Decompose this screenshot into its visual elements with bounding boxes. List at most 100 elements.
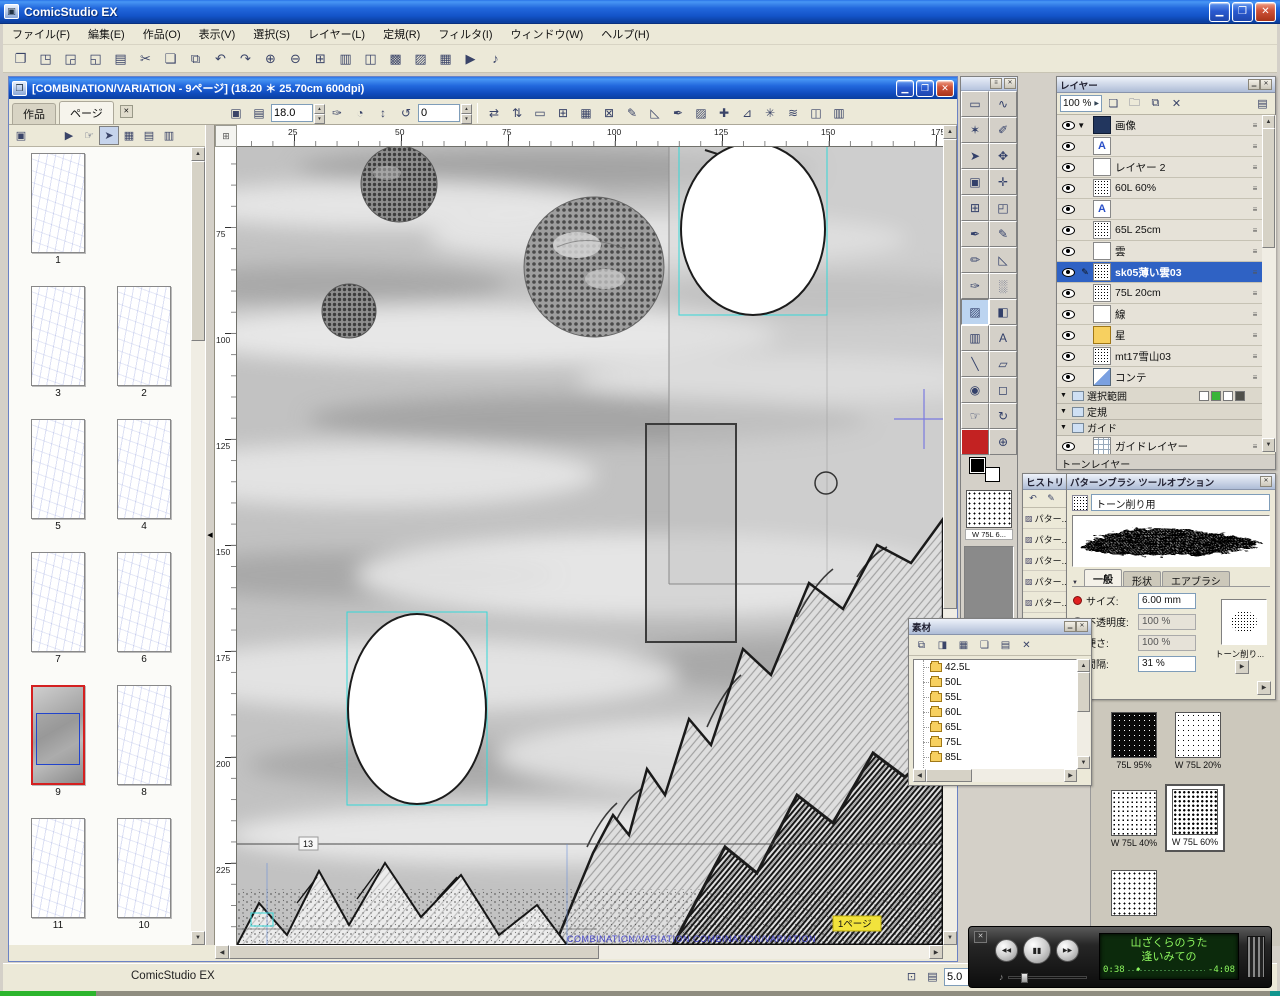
scroll-up-button[interactable]: ▲ (191, 147, 205, 161)
hand-tool-button[interactable]: ☞ (79, 126, 99, 145)
document-tab[interactable]: ページ (59, 101, 114, 124)
layer-row[interactable]: ✎ 星 ≡ (1057, 325, 1262, 346)
tone-swatch-item[interactable] (1107, 870, 1161, 918)
visibility-eye-icon[interactable] (1059, 309, 1077, 319)
material-folder-item[interactable]: 42.5L (914, 660, 1076, 675)
layer-row[interactable]: ✎ 60L 60% ≡ (1057, 178, 1262, 199)
brush-tool[interactable]: ✑ (961, 273, 989, 299)
scroll-left-button[interactable]: ◀ (913, 769, 926, 782)
tab-scroll-icon[interactable]: ▼ (1072, 580, 1084, 586)
volume-slider[interactable] (1007, 972, 1087, 983)
panel-menu-button[interactable]: ▣ (11, 126, 31, 145)
ruler-corner[interactable]: ⊞ (215, 125, 237, 147)
page-thumb-image[interactable] (31, 419, 85, 519)
page-thumbnail[interactable]: 7 (15, 552, 101, 685)
move-tool[interactable]: ✛ (989, 169, 1017, 195)
material-preview-button[interactable]: ◨ (933, 637, 952, 653)
flip-vertical-button[interactable]: ⇅ (506, 102, 528, 123)
material-folder-item[interactable]: 55L (914, 690, 1076, 705)
layer-row[interactable]: ✎ A ≡ (1057, 136, 1262, 157)
scroll-right-button[interactable]: ▶ (929, 945, 943, 959)
snap-ruler-button[interactable]: ✚ (713, 102, 735, 123)
scrollbar-thumb[interactable] (926, 769, 972, 782)
layer-opacity-combo[interactable]: 100 % ▶ (1060, 95, 1102, 112)
scroll-left-button[interactable]: ◀ (215, 945, 229, 959)
view-grid-button[interactable]: ▣ (225, 102, 247, 123)
page-thumbnail[interactable]: 8 (101, 685, 187, 818)
materials-hscrollbar[interactable]: ◀ ▶ (913, 769, 1077, 782)
material-folder-item[interactable]: 60L (914, 705, 1076, 720)
save-button[interactable]: ◲ (58, 47, 83, 71)
palette-close-icon[interactable]: ✕ (1260, 476, 1272, 487)
horizontal-scrollbar[interactable]: ◀ ▶ (215, 945, 943, 959)
eraser-mode-button[interactable]: ◺ (644, 102, 666, 123)
scroll-down-button[interactable]: ▼ (943, 931, 957, 945)
page-thumb-image[interactable] (31, 153, 85, 253)
doc-close-button[interactable]: ✕ (936, 79, 954, 97)
visibility-eye-icon[interactable] (1059, 141, 1077, 151)
zoom-in-button[interactable]: ⊕ (258, 47, 283, 71)
fit-height-button[interactable]: ↕ (372, 102, 394, 123)
story-editor-button[interactable]: ▥ (333, 47, 358, 71)
history-item[interactable]: ▨ パター... (1023, 592, 1067, 613)
grid-button[interactable]: ▩ (383, 47, 408, 71)
start-button-edge[interactable] (0, 991, 96, 996)
pages-scrollbar[interactable]: ▲ ▼ (191, 147, 205, 945)
palette-menu-icon[interactable]: ≡ (990, 78, 1002, 89)
expander-icon[interactable]: ▼ (1060, 408, 1072, 415)
visibility-eye-icon[interactable] (1059, 351, 1077, 361)
doc-restore-button[interactable]: ❐ (916, 79, 934, 97)
visibility-eye-icon[interactable] (1059, 267, 1077, 277)
canvas[interactable]: 13 COMBINATION/VARIATION COMBINATION/VAR… (237, 147, 943, 945)
page-thumb-image[interactable] (117, 818, 171, 918)
material-folder-item[interactable]: 75L (914, 735, 1076, 750)
close-button[interactable]: ✕ (1255, 1, 1276, 22)
option-value-input[interactable]: 100 % (1138, 613, 1196, 630)
document-titlebar[interactable]: ❐ [COMBINATION/VARIATION - 9ページ] (18.20 … (9, 77, 957, 99)
visibility-eye-icon[interactable] (1059, 120, 1077, 130)
grid-toggle-button[interactable]: ⊞ (552, 102, 574, 123)
draft-mode-button[interactable]: ✎ (621, 102, 643, 123)
tone-swatch-item[interactable]: W 75L 60% (1165, 784, 1225, 852)
magic-wand-tool[interactable]: ✶ (961, 117, 989, 143)
tone-swatch-item[interactable]: W 75L 20% (1171, 712, 1225, 770)
page-thumbnail[interactable]: 10 (101, 818, 187, 945)
visibility-eye-icon[interactable] (1059, 441, 1077, 451)
tone-mode-button[interactable]: ▨ (690, 102, 712, 123)
page-thumbnail[interactable]: 2 (101, 286, 187, 419)
reset-rotate-button[interactable]: ↺ (395, 102, 417, 123)
next-track-button[interactable]: ▶▶ (1056, 938, 1079, 962)
panel-ruler-button[interactable]: ◫ (358, 47, 383, 71)
palette-minimize-icon[interactable]: ▁ (1064, 621, 1076, 632)
interval-more-button[interactable]: ▶ (1235, 660, 1249, 674)
layer-grip-icon[interactable]: ≡ (1248, 268, 1262, 277)
history-item[interactable]: ▨ パター... (1023, 571, 1067, 592)
layer-grip-icon[interactable]: ≡ (1248, 331, 1262, 340)
paste-button[interactable]: ⧉ (183, 47, 208, 71)
pointer-tool-button[interactable]: ➤ (99, 126, 119, 145)
list-view-button[interactable]: ▤ (139, 126, 159, 145)
panel-ruler-tool[interactable]: ⊞ (961, 195, 989, 221)
view-angle-input[interactable] (271, 103, 313, 122)
page-thumbnail[interactable]: 4 (101, 419, 187, 552)
background-color-swatch[interactable] (985, 467, 1000, 482)
print-button[interactable]: ▤ (108, 47, 133, 71)
layer-row[interactable]: ✎ 65L 25cm ≡ (1057, 220, 1262, 241)
material-properties-button[interactable]: ▤ (996, 637, 1015, 653)
keyframe-dot-icon[interactable] (1073, 596, 1082, 605)
materials-scrollbar[interactable]: ▲ ▼ (1077, 659, 1090, 769)
previous-track-button[interactable]: ◀◀ (995, 938, 1018, 962)
selection-launcher-button[interactable]: ▭ (529, 102, 551, 123)
select-pen-tool[interactable]: ✐ (989, 117, 1017, 143)
expander-icon[interactable]: ▼ (1060, 424, 1072, 431)
visibility-eye-icon[interactable] (1059, 288, 1077, 298)
material-paste-button[interactable]: ⧉ (912, 637, 931, 653)
scroll-down-button[interactable]: ▼ (191, 931, 205, 945)
page-thumb-image[interactable] (117, 552, 171, 652)
palette-close-icon[interactable]: ✕ (1004, 78, 1016, 89)
zoom-out-button[interactable]: ⊖ (283, 47, 308, 71)
toolbar-options-button[interactable]: ▥ (828, 102, 850, 123)
duplicate-layer-button[interactable]: ⧉ (1146, 95, 1165, 113)
visibility-eye-icon[interactable] (1059, 372, 1077, 382)
layer-row[interactable]: ✎ mt17雪山03 ≡ (1057, 346, 1262, 367)
